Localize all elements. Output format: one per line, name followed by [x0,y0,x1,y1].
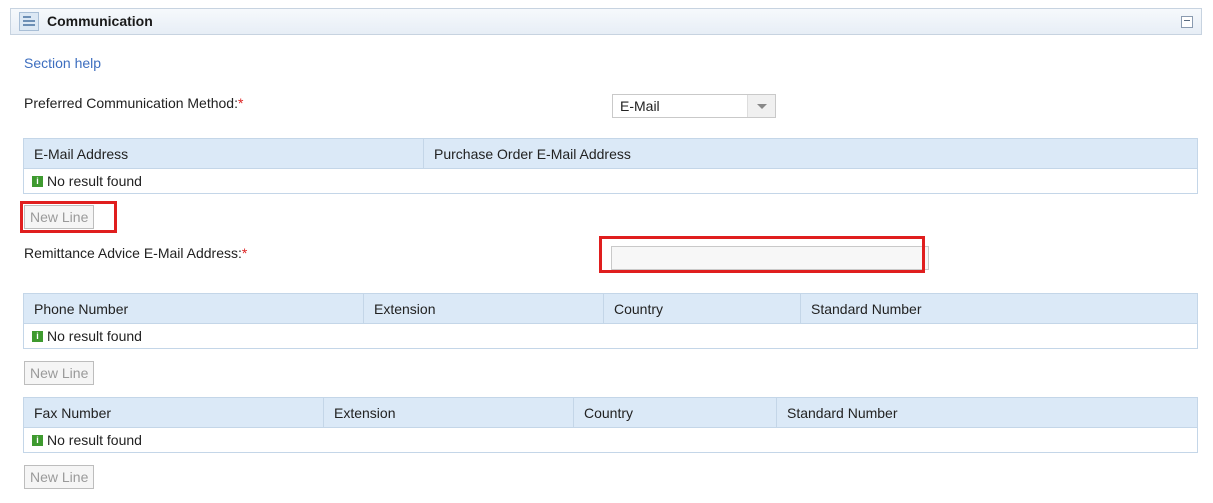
phone-table: Phone Number Extension Country Standard … [23,293,1198,349]
info-icon: i [32,330,43,342]
section-header: Communication [10,8,1202,35]
empty-result-cell: i No result found [23,427,1198,453]
preferred-method-label-text: Preferred Communication Method: [24,95,238,111]
table-row: i No result found [23,427,1198,453]
info-icon: i [32,434,43,446]
section-help-link[interactable]: Section help [24,55,101,71]
section-document-icon [19,12,39,31]
column-header-fax-number[interactable]: Fax Number [23,397,324,428]
column-header-standard-number[interactable]: Standard Number [800,293,1198,324]
column-header-standard-number[interactable]: Standard Number [776,397,1198,428]
column-header-country[interactable]: Country [573,397,777,428]
info-icon: i [32,175,43,187]
column-header-extension[interactable]: Extension [323,397,574,428]
required-mark: * [241,245,248,261]
empty-result-message: No result found [47,173,142,189]
preferred-method-label: Preferred Communication Method:* [24,95,243,111]
email-new-line-button[interactable]: New Line [24,205,95,229]
phone-new-line-button[interactable]: New Line [24,361,95,385]
remittance-label-text: Remittance Advice E-Mail Address: [24,245,242,261]
column-header-phone-number[interactable]: Phone Number [23,293,364,324]
remittance-email-field[interactable] [611,246,929,270]
chevron-down-icon [757,104,767,109]
column-header-po-email-address[interactable]: Purchase Order E-Mail Address [423,138,1198,169]
column-header-country[interactable]: Country [603,293,801,324]
fax-table: Fax Number Extension Country Standard Nu… [23,397,1198,453]
empty-result-message: No result found [47,328,142,344]
collapse-icon[interactable] [1181,16,1193,28]
remittance-label: Remittance Advice E-Mail Address:* [24,245,247,261]
empty-result-message: No result found [47,432,142,448]
preferred-method-select[interactable]: E-Mail [612,94,776,118]
dropdown-button[interactable] [747,95,775,117]
empty-result-cell: i No result found [23,323,1198,349]
table-row: i No result found [23,323,1198,349]
required-mark: * [238,95,244,111]
column-header-extension[interactable]: Extension [363,293,604,324]
fax-new-line-button[interactable]: New Line [24,465,95,489]
section-title: Communication [47,13,153,29]
column-header-email-address[interactable]: E-Mail Address [23,138,424,169]
table-row: i No result found [23,168,1198,194]
email-table: E-Mail Address Purchase Order E-Mail Add… [23,138,1198,194]
empty-result-cell: i No result found [23,168,1198,194]
preferred-method-value: E-Mail [620,98,660,114]
